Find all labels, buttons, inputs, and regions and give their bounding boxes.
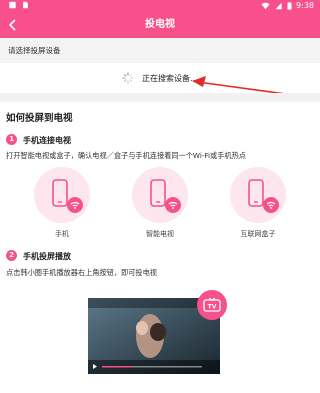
device-internet-box: 互联网盒子 (228, 167, 288, 239)
device-smart-tv: 智能电视 (130, 167, 190, 239)
chevron-left-icon (8, 19, 16, 31)
sim-icon (23, 1, 28, 9)
step-1-description: 打开智能电视或盒子，确认电视／盒子与手机连接着同一个Wi-Fi或手机热点 (6, 151, 246, 160)
app-bar: 投电视 (0, 12, 320, 38)
device-phone: 手机 (32, 167, 92, 239)
phone-icon (52, 179, 68, 207)
back-button[interactable] (0, 12, 26, 38)
loading-spinner-icon (122, 72, 134, 84)
notification-icon (9, 1, 16, 9)
step-1-badge: 1 (6, 134, 17, 145)
step-2-badge: 2 (6, 250, 17, 261)
signal-icon (275, 2, 282, 9)
wifi-icon (261, 2, 270, 9)
phone-icon (248, 179, 264, 207)
phone-icon (150, 179, 166, 207)
status-time: 9:38 (296, 1, 314, 10)
cast-tv-button[interactable]: TV (197, 290, 227, 320)
device-select-label: 请选择投屏设备 (8, 46, 61, 55)
step-2-description: 点击韩小圈手机播放器右上角按钮，即可投电视 (6, 268, 157, 277)
wifi-badge-icon (67, 197, 83, 213)
device-phone-label: 手机 (55, 230, 69, 238)
step-2-title: 手机投屏播放 (23, 252, 71, 261)
wifi-badge-icon (263, 197, 279, 213)
step-1-title: 手机连接电视 (23, 136, 71, 145)
device-internet-box-label: 互联网盒子 (240, 230, 276, 238)
status-bar: 9:38 (0, 0, 320, 12)
device-smart-tv-label: 智能电视 (146, 230, 174, 238)
wifi-badge-icon (165, 197, 181, 213)
tv-badge-label: TV (208, 304, 217, 311)
guide-title: 如何投屏到电视 (6, 113, 73, 124)
page-title: 投电视 (145, 19, 175, 30)
tv-icon: TV (203, 298, 221, 312)
section-divider (0, 93, 320, 102)
battery-icon (287, 1, 292, 10)
